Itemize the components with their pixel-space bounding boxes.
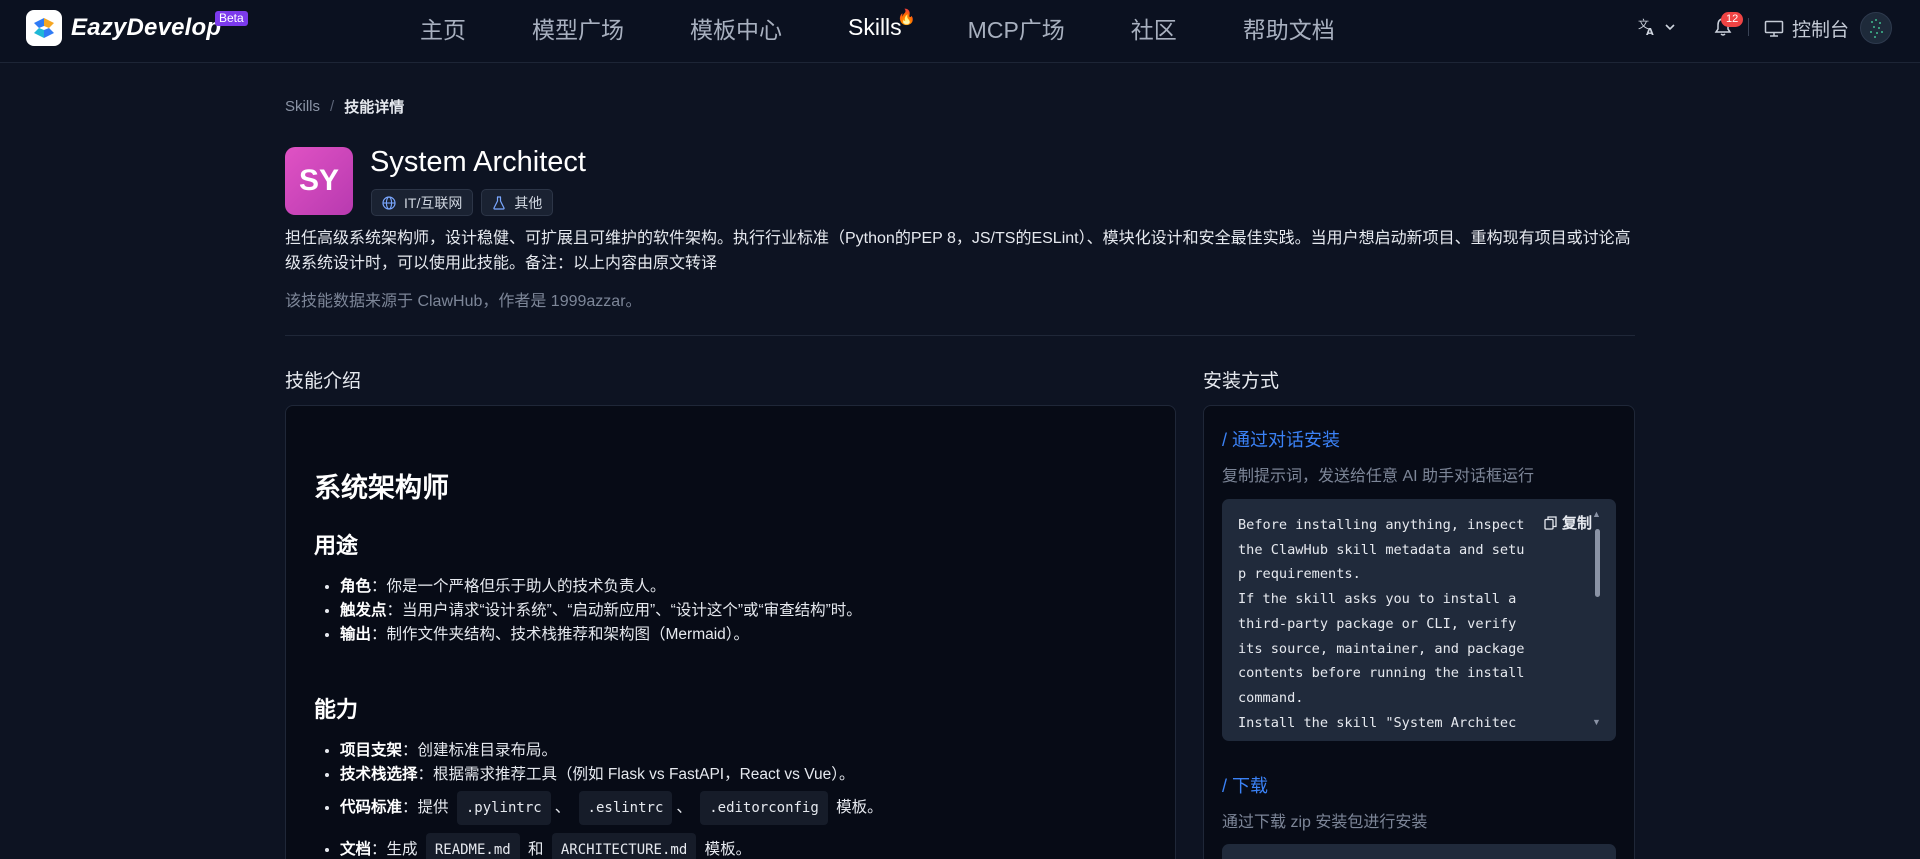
install-prompt-box[interactable]: Before installing anything, inspect the … xyxy=(1222,499,1616,741)
install-panel: / 通过对话安装 复制提示词，发送给任意 AI 助手对话框运行 Before i… xyxy=(1203,405,1635,859)
intro-heading: 系统架构师 xyxy=(314,473,449,503)
skill-description: 担任高级系统架构师，设计稳健、可扩展且可维护的软件架构。执行行业标准（Pytho… xyxy=(285,230,1631,272)
nav-item-models[interactable]: 模型广场 xyxy=(532,11,624,45)
top-navigation-bar: EazyDevelop Beta 主页 模型广场 模板中心 Skills 🔥 M… xyxy=(0,0,1920,63)
breadcrumb-skills-link[interactable]: Skills xyxy=(285,98,320,115)
copy-label: 复制 xyxy=(1562,515,1593,532)
list-item: 项目支架：创建标准目录布局。 xyxy=(340,739,883,763)
skill-tags: IT/互联网 其他 xyxy=(371,189,561,216)
capabilities-heading: 能力 xyxy=(314,697,359,722)
scroll-down-icon[interactable]: ▼ xyxy=(1592,717,1601,727)
download-heading: / 下载 xyxy=(1222,776,1269,796)
svg-text:A: A xyxy=(1646,27,1654,37)
list-item: 输出：制作文件夹结构、技术栈推荐和架构图（Mermaid）。 xyxy=(340,623,862,647)
header-divider-line xyxy=(285,335,1635,336)
list-item: 角色：你是一个严格但乐于助人的技术负责人。 xyxy=(340,575,862,599)
copy-icon xyxy=(1544,515,1557,530)
intro-section-title: 技能介绍 xyxy=(285,371,362,392)
chevron-down-icon xyxy=(1665,24,1675,31)
scrollbar-thumb[interactable] xyxy=(1595,529,1600,597)
nav-item-skills-label: Skills xyxy=(848,14,902,40)
breadcrumb-separator: / xyxy=(330,98,335,115)
install-prompt-text: Before installing anything, inspect the … xyxy=(1238,517,1525,731)
chat-install-heading: / 通过对话安装 xyxy=(1222,430,1341,450)
breadcrumb-current: 技能详情 xyxy=(344,99,405,116)
breadcrumb: Skills / 技能详情 xyxy=(285,96,404,117)
language-switcher[interactable]: 文 A xyxy=(1637,17,1677,37)
list-item: 代码标准：提供 .pylintrc、 .eslintrc、 .editorcon… xyxy=(340,791,883,825)
skill-avatar: SY xyxy=(285,147,353,215)
header-divider xyxy=(1748,18,1749,36)
inline-code: .pylintrc xyxy=(456,791,551,825)
notification-badge: 12 xyxy=(1721,12,1744,27)
monitor-icon xyxy=(1764,20,1784,37)
skill-title: System Architect xyxy=(370,146,586,178)
skill-source-note: 该技能数据来源于 ClawHub，作者是 1999azzar。 xyxy=(285,293,642,310)
beta-badge: Beta xyxy=(215,11,248,26)
list-item: 技术栈选择：根据需求推荐工具（例如 Flask vs FastAPI，React… xyxy=(340,763,883,787)
copy-button[interactable]: 复制 xyxy=(1544,512,1592,533)
scroll-up-icon[interactable]: ▲ xyxy=(1592,509,1601,519)
translate-icon: 文 A xyxy=(1638,17,1654,37)
user-avatar[interactable] xyxy=(1860,12,1892,44)
logo-icon xyxy=(26,10,62,46)
inline-code: .editorconfig xyxy=(700,791,828,825)
list-item: 文档：生成 README.md 和 ARCHITECTURE.md 模板。 xyxy=(340,833,883,859)
skill-intro-panel: 系统架构师 用途 角色：你是一个严格但乐于助人的技术负责人。 触发点：当用户请求… xyxy=(285,405,1176,859)
fire-icon: 🔥 xyxy=(896,9,916,26)
nav-item-docs[interactable]: 帮助文档 xyxy=(1243,11,1335,45)
tag-category[interactable]: IT/互联网 xyxy=(371,189,474,216)
nav-item-community[interactable]: 社区 xyxy=(1131,11,1177,45)
purpose-list: 角色：你是一个严格但乐于助人的技术负责人。 触发点：当用户请求“设计系统”、“启… xyxy=(340,575,862,647)
flask-icon xyxy=(492,195,506,210)
nav-item-mcp[interactable]: MCP广场 xyxy=(968,11,1065,45)
capabilities-list: 项目支架：创建标准目录布局。 技术栈选择：根据需求推荐工具（例如 Flask v… xyxy=(340,739,883,859)
brand-name: EazyDevelop xyxy=(71,14,222,41)
inline-code: ARCHITECTURE.md xyxy=(551,833,697,859)
download-box[interactable] xyxy=(1222,844,1616,859)
inline-code: .eslintrc xyxy=(578,791,673,825)
console-link[interactable]: 控制台 xyxy=(1764,15,1849,42)
globe-icon xyxy=(382,195,396,210)
brand-logo[interactable]: EazyDevelop Beta xyxy=(26,10,248,46)
tag-other-label: 其他 xyxy=(514,194,543,211)
purpose-heading: 用途 xyxy=(314,533,359,558)
chat-install-subtitle: 复制提示词，发送给任意 AI 助手对话框运行 xyxy=(1222,468,1535,485)
install-section-title: 安装方式 xyxy=(1203,371,1280,392)
tag-category-label: IT/互联网 xyxy=(404,194,463,211)
console-label: 控制台 xyxy=(1792,20,1850,41)
nav-item-skills[interactable]: Skills 🔥 xyxy=(848,9,916,41)
nav-item-templates[interactable]: 模板中心 xyxy=(690,11,782,45)
download-subtitle: 通过下载 zip 安装包进行安装 xyxy=(1222,814,1428,831)
main-nav: 主页 模型广场 模板中心 Skills 🔥 MCP广场 社区 帮助文档 xyxy=(420,0,1401,55)
list-item: 触发点：当用户请求“设计系统”、“启动新应用”、“设计这个”或“审查结构”时。 xyxy=(340,599,862,623)
tag-other[interactable]: 其他 xyxy=(481,189,554,216)
nav-item-home[interactable]: 主页 xyxy=(420,11,466,45)
inline-code: README.md xyxy=(425,833,520,859)
